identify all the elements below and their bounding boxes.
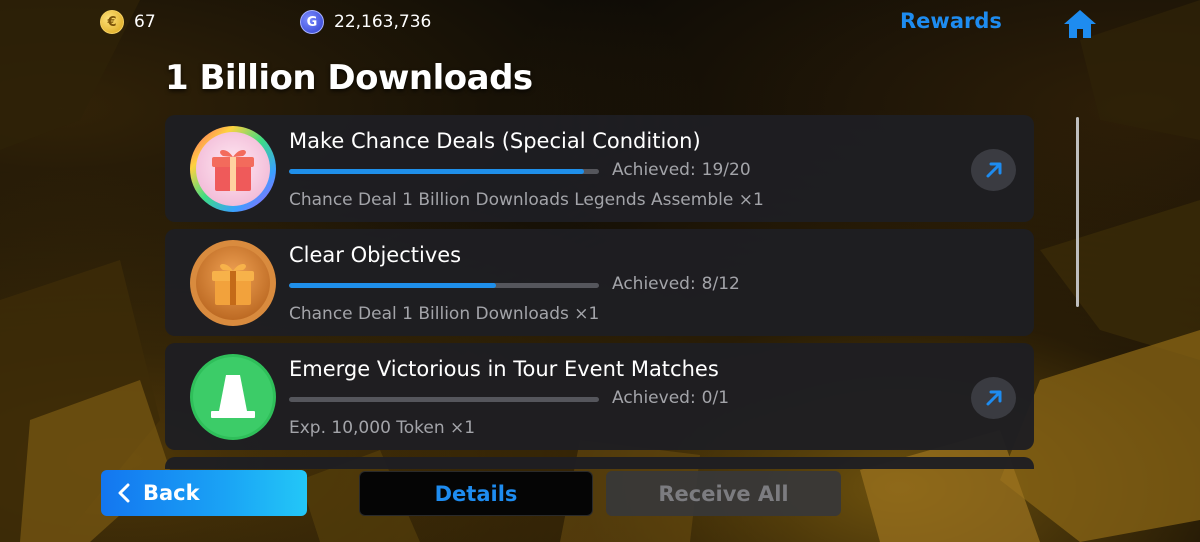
achieved-label: Achieved: <box>612 388 696 408</box>
back-label: Back <box>143 481 200 505</box>
objective-card[interactable]: Make Chance Deals (Special Condition) Ac… <box>165 115 1034 222</box>
progress-fill <box>289 169 584 174</box>
back-button[interactable]: Back <box>101 470 307 516</box>
objective-title: Make Chance Deals (Special Condition) <box>289 129 701 153</box>
coins-counter: € 67 <box>100 10 156 34</box>
achieved-text: Achieved: 0/1 <box>612 388 729 408</box>
coin-icon: € <box>100 10 124 34</box>
home-button[interactable] <box>1062 8 1098 40</box>
achieved-text: Achieved: 8/12 <box>612 274 740 294</box>
achieved-value: 8/12 <box>701 274 740 294</box>
progress-bar <box>289 169 599 174</box>
achieved-label: Achieved: <box>612 160 696 180</box>
objective-card[interactable]: Clear Objectives Achieved: 8/12 Chance De… <box>165 229 1034 336</box>
objective-reward: Exp. 10,000 Token ×1 <box>289 418 476 438</box>
achieved-label: Achieved: <box>612 274 696 294</box>
cone-icon <box>190 354 276 440</box>
goto-button[interactable] <box>971 149 1016 191</box>
gp-value: 22,163,736 <box>334 12 432 32</box>
gift-rainbow-icon <box>190 126 276 212</box>
page-title: 1 Billion Downloads <box>165 58 533 98</box>
coins-value: 67 <box>134 12 156 32</box>
objective-title: Clear Objectives <box>289 243 462 267</box>
progress-fill <box>289 283 496 288</box>
objective-card-partial <box>165 457 1034 469</box>
chevron-left-icon <box>118 483 130 503</box>
objective-reward: Chance Deal 1 Billion Downloads Legends … <box>289 190 764 210</box>
details-button[interactable]: Details <box>359 471 593 516</box>
home-icon <box>1064 10 1096 38</box>
objective-reward: Chance Deal 1 Billion Downloads ×1 <box>289 304 600 324</box>
achieved-value: 19/20 <box>701 160 751 180</box>
receive-all-button[interactable]: Receive All <box>606 471 841 516</box>
gp-icon: G <box>300 10 324 34</box>
objective-card[interactable]: Emerge Victorious in Tour Event Matches … <box>165 343 1034 450</box>
gift-bronze-icon <box>190 240 276 326</box>
bottom-bar: Back Details Receive All <box>0 470 1200 520</box>
arrow-up-right-icon <box>986 390 1001 406</box>
rewards-link[interactable]: Rewards <box>900 9 1002 33</box>
top-bar: € 67 G 22,163,736 Rewards <box>0 0 1200 46</box>
objectives-list[interactable]: Make Chance Deals (Special Condition) Ac… <box>165 115 1035 469</box>
achieved-value: 0/1 <box>701 388 730 408</box>
progress-bar <box>289 397 599 402</box>
goto-button[interactable] <box>971 377 1016 419</box>
arrow-up-right-icon <box>986 162 1001 178</box>
scrollbar[interactable] <box>1076 117 1079 307</box>
progress-bar <box>289 283 599 288</box>
gp-counter: G 22,163,736 <box>300 10 431 34</box>
objective-title: Emerge Victorious in Tour Event Matches <box>289 357 719 381</box>
achieved-text: Achieved: 19/20 <box>612 160 751 180</box>
